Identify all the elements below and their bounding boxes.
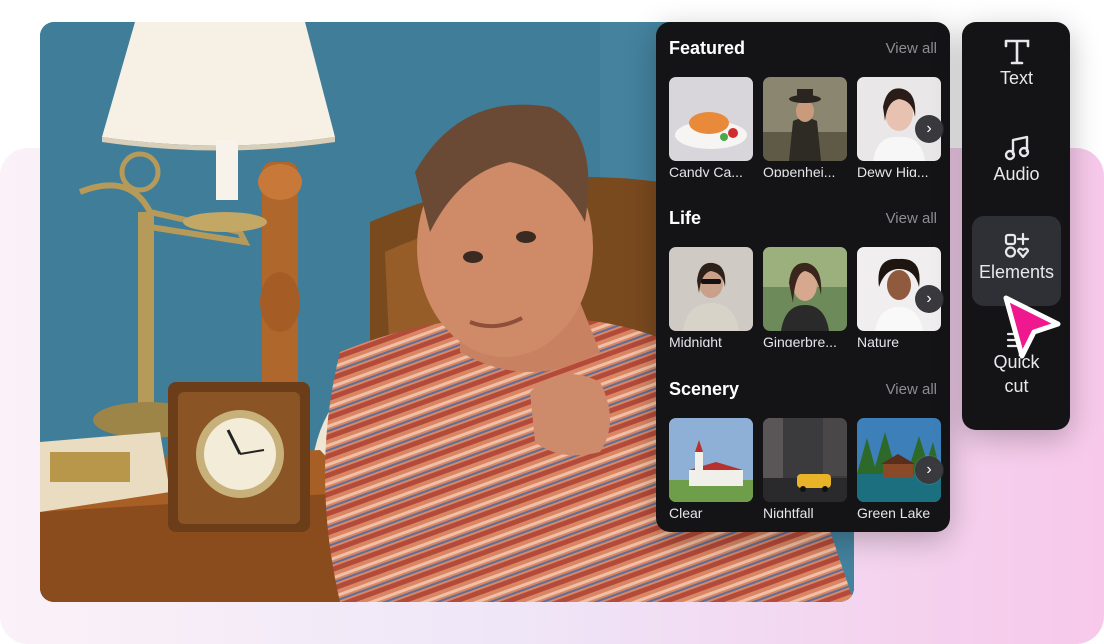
thumbnail bbox=[669, 77, 753, 161]
view-all-link[interactable]: View all bbox=[886, 40, 937, 57]
section-title: Scenery bbox=[669, 379, 740, 399]
template-card[interactable]: Candy Ca... bbox=[669, 77, 753, 177]
card-label: Clear bbox=[669, 505, 703, 518]
section-featured: Featured View all Candy Ca... Oppenhei..… bbox=[656, 22, 950, 182]
tool-text[interactable]: Text bbox=[972, 38, 1061, 104]
card-label: Oppenhei... bbox=[763, 164, 836, 177]
music-note-icon bbox=[1004, 135, 1029, 161]
tool-label: Elements bbox=[978, 262, 1055, 282]
card-label: Nature bbox=[857, 334, 900, 347]
thumbnail bbox=[763, 77, 847, 161]
elements-icon bbox=[1004, 232, 1029, 259]
next-arrow-button[interactable]: › bbox=[915, 285, 943, 313]
template-gallery-panel: Featured View all Candy Ca... Oppenhei..… bbox=[656, 22, 950, 532]
thumbnail bbox=[669, 247, 753, 331]
section-scenery: Scenery View all Clear Nightfall Green L… bbox=[656, 363, 950, 523]
thumbnail bbox=[669, 418, 753, 502]
tool-sidebar: Text Audio Elements Quick cut bbox=[962, 22, 1070, 430]
card-label: Green Lake bbox=[857, 505, 931, 518]
template-card[interactable]: Midnight bbox=[669, 247, 753, 347]
view-all-link[interactable]: View all bbox=[886, 210, 937, 227]
tool-label: Text bbox=[999, 68, 1033, 88]
card-row: Candy Ca... Oppenhei... Dewy Hig... bbox=[669, 77, 950, 177]
template-card[interactable]: Gingerbre... bbox=[763, 247, 847, 347]
template-card[interactable]: Clear bbox=[669, 418, 753, 518]
text-icon bbox=[1004, 39, 1029, 65]
view-all-link[interactable]: View all bbox=[886, 381, 937, 398]
card-row: Clear Nightfall Green Lake bbox=[669, 418, 950, 518]
tool-label: Audio bbox=[993, 164, 1040, 184]
thumbnail bbox=[763, 418, 847, 502]
card-label: Midnight bbox=[669, 334, 722, 347]
section-life: Life View all Midnight Gingerbre... Natu… bbox=[656, 192, 950, 352]
template-card[interactable]: Oppenhei... bbox=[763, 77, 847, 177]
next-arrow-button[interactable]: › bbox=[915, 456, 943, 484]
template-card[interactable]: Nightfall bbox=[763, 418, 847, 518]
tool-audio[interactable]: Audio bbox=[972, 134, 1061, 200]
card-label: Nightfall bbox=[763, 505, 814, 518]
tool-label-line2: cut bbox=[1004, 376, 1029, 396]
card-label: Dewy Hig... bbox=[857, 164, 929, 177]
next-arrow-button[interactable]: › bbox=[915, 115, 943, 143]
pointer-cursor-icon bbox=[1003, 295, 1061, 359]
card-row: Midnight Gingerbre... Nature bbox=[669, 247, 950, 347]
card-label: Gingerbre... bbox=[763, 334, 837, 347]
thumbnail bbox=[763, 247, 847, 331]
section-title: Life bbox=[669, 208, 702, 228]
section-title: Featured bbox=[669, 38, 746, 58]
card-label: Candy Ca... bbox=[669, 164, 743, 177]
